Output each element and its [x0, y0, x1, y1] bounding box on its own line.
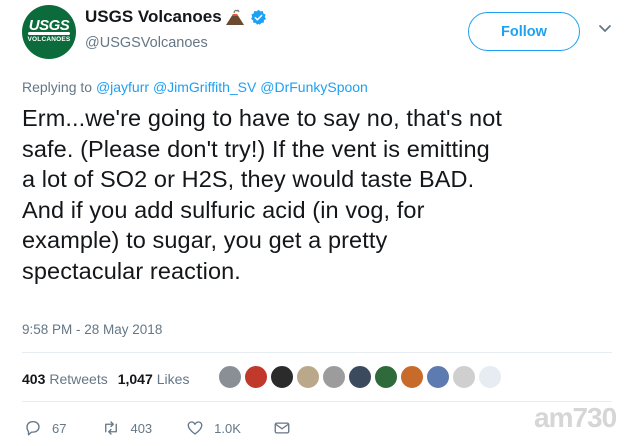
liker-avatar[interactable] [270, 365, 294, 389]
divider [22, 401, 612, 402]
display-name[interactable]: USGS Volcanoes [85, 7, 222, 27]
retweets-count[interactable]: 403 [22, 371, 45, 387]
mention-link[interactable]: @JimGriffith_SV [153, 79, 256, 95]
divider [22, 352, 612, 353]
mention-link[interactable]: @DrFunkySpoon [260, 79, 368, 95]
tweet-actions: 67 403 1.0K [22, 419, 291, 437]
tweet-timestamp[interactable]: 9:58 PM - 28 May 2018 [22, 322, 162, 337]
follow-button[interactable]: Follow [468, 12, 580, 51]
tweet-text: Erm...we're going to have to say no, tha… [22, 103, 622, 286]
like-count: 1.0K [214, 420, 241, 436]
reply-button[interactable]: 67 [24, 419, 66, 437]
direct-message-button[interactable] [273, 419, 291, 437]
retweet-icon [105, 421, 118, 435]
verified-badge-icon [250, 9, 266, 25]
like-button[interactable]: 1.0K [186, 419, 241, 437]
replying-prefix: Replying to [22, 79, 93, 95]
liker-avatar[interactable] [374, 365, 398, 389]
likes-count[interactable]: 1,047 [118, 371, 153, 387]
engagement-stats: 403 Retweets 1,047 Likes [22, 371, 189, 387]
replying-to-line: Replying to @jayfurr @JimGriffith_SV @Dr… [22, 79, 368, 95]
likers-avatars [218, 365, 504, 389]
tweet-card: USGS VOLCANOES USGS Volcanoes @USGSVolca… [0, 0, 634, 446]
heart-icon [187, 421, 203, 435]
retweet-count: 403 [130, 420, 153, 436]
liker-avatar[interactable] [322, 365, 346, 389]
chevron-down-icon[interactable] [598, 24, 612, 34]
tweet-text-line: safe. (Please don't try!) If the vent is… [22, 135, 490, 162]
usgs-avatar[interactable]: USGS VOLCANOES [22, 5, 76, 59]
liker-avatar[interactable] [348, 365, 372, 389]
tweet-text-line: spectacular reaction. [22, 257, 241, 284]
avatar-logo-wave [28, 32, 70, 35]
retweet-button[interactable]: 403 [102, 419, 152, 437]
reply-count: 67 [52, 420, 67, 436]
watermark-logo: am730 [534, 402, 617, 433]
mention-link[interactable]: @jayfurr [96, 79, 149, 95]
tweet-text-line: a lot of SO2 or H2S, they would taste BA… [22, 166, 475, 192]
liker-avatar[interactable] [218, 365, 242, 389]
liker-avatar[interactable] [244, 365, 268, 389]
name-row: USGS Volcanoes [85, 7, 267, 27]
reply-icon [26, 420, 40, 436]
likes-label[interactable]: Likes [157, 371, 190, 387]
liker-avatar[interactable] [296, 365, 320, 389]
liker-avatar[interactable] [478, 365, 502, 389]
volcano-emoji-icon [225, 9, 244, 25]
retweets-label[interactable]: Retweets [49, 371, 107, 387]
tweet-text-line: example) to sugar, you get a pretty [22, 227, 388, 253]
tweet-text-line: And if you add sulfuric acid (in vog, fo… [22, 196, 425, 223]
tweet-text-line: Erm...we're going to have to say no, tha… [22, 105, 503, 131]
avatar-logo-subtext: VOLCANOES [27, 36, 71, 43]
liker-avatar[interactable] [400, 365, 424, 389]
envelope-icon [274, 422, 290, 434]
user-handle[interactable]: @USGSVolcanoes [85, 35, 208, 51]
liker-avatar[interactable] [452, 365, 476, 389]
liker-avatar[interactable] [426, 365, 450, 389]
